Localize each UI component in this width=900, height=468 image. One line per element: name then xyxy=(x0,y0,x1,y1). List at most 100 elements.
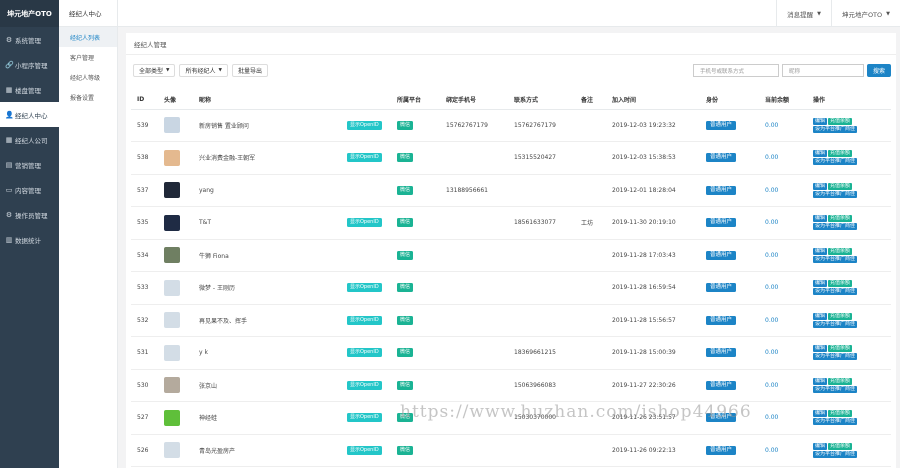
set-promoter-button[interactable]: 设为平台推广商佳 xyxy=(813,125,858,133)
set-promoter-button[interactable]: 设为平台推广商佳 xyxy=(813,385,858,393)
cell-avatar xyxy=(158,271,193,305)
sidebar-item-label: 操作员管理 xyxy=(15,211,48,220)
show-openid-button[interactable]: 显示OpenID xyxy=(347,120,382,130)
edit-button[interactable]: 编辑 xyxy=(813,377,828,385)
sidebar-item-label: 系统管理 xyxy=(15,36,41,45)
agent-filter-dropdown[interactable]: 所有经纪人 ▼ xyxy=(179,64,228,77)
subnav-item[interactable]: 经纪人列表 xyxy=(59,27,117,47)
avatar xyxy=(164,409,180,426)
recharge-button[interactable]: 充值余额 xyxy=(828,377,853,385)
subnav-item[interactable]: 经纪人等级 xyxy=(59,67,117,87)
edit-button[interactable]: 编辑 xyxy=(813,442,828,450)
recharge-button[interactable]: 充值余额 xyxy=(828,312,853,320)
set-promoter-button[interactable]: 设为平台推广商佳 xyxy=(813,450,858,458)
edit-button[interactable]: 编辑 xyxy=(813,117,828,125)
set-promoter-button[interactable]: 设为平台推广商佳 xyxy=(813,288,858,296)
recharge-button[interactable]: 充值余额 xyxy=(828,345,853,353)
cell-id: 534 xyxy=(131,239,158,272)
top-bar: 消息提醒 ▼ 坤元地产OTO ▼ xyxy=(118,0,900,27)
cell-balance: 0.00 xyxy=(759,304,807,337)
recharge-button[interactable]: 充值余额 xyxy=(828,247,853,255)
column-header: 头像 xyxy=(158,90,193,110)
sidebar-item-settings[interactable]: ⚙ 系统管理 xyxy=(0,27,59,52)
set-promoter-button[interactable]: 设为平台推广商佳 xyxy=(813,320,858,328)
set-promoter-button[interactable]: 设为平台推广商佳 xyxy=(813,353,858,361)
wechat-badge: 微信 xyxy=(397,348,414,358)
message-reminder-dropdown[interactable]: 消息提醒 ▼ xyxy=(776,0,831,27)
identity-badge: 普通用户 xyxy=(706,380,737,390)
recharge-button[interactable]: 充值余额 xyxy=(828,215,853,223)
recharge-button[interactable]: 充值余额 xyxy=(828,117,853,125)
sidebar-item-link[interactable]: 🔗 小程序管理 xyxy=(0,52,59,77)
user-menu-dropdown[interactable]: 坤元地产OTO ▼ xyxy=(830,0,900,27)
set-promoter-button[interactable]: 设为平台推广商佳 xyxy=(813,190,858,198)
show-openid-button[interactable]: 显示OpenID xyxy=(347,153,382,163)
edit-button[interactable]: 编辑 xyxy=(813,150,828,158)
cell-openid: 显示OpenID xyxy=(341,109,391,142)
cell-join-time: 2019-12-01 18:28:04 xyxy=(606,174,700,207)
show-openid-button[interactable]: 显示OpenID xyxy=(347,218,382,228)
column-header: 绑定手机号 xyxy=(440,90,508,110)
recharge-button[interactable]: 充值余额 xyxy=(828,410,853,418)
search-button[interactable]: 搜索 xyxy=(866,64,891,77)
subnav-item[interactable]: 报备设置 xyxy=(59,87,117,107)
phone-search-input[interactable]: 手机号或联系方式 xyxy=(692,64,779,77)
avatar xyxy=(164,279,180,296)
show-openid-button[interactable]: 显示OpenID xyxy=(347,315,382,325)
cell-platform: 微信 xyxy=(391,174,440,207)
sidebar-item-chart[interactable]: ▥ 数据统计 xyxy=(0,227,59,252)
edit-button[interactable]: 编辑 xyxy=(813,410,828,418)
cell-openid: 显示OpenID xyxy=(341,271,391,305)
marketing-icon: ▤ xyxy=(5,160,13,169)
sidebar-item-building[interactable]: ▦ 楼盘管理 xyxy=(0,77,59,102)
show-openid-button[interactable]: 显示OpenID xyxy=(347,413,382,423)
edit-button[interactable]: 编辑 xyxy=(813,182,828,190)
show-openid-button[interactable]: 显示OpenID xyxy=(347,445,382,455)
show-openid-button[interactable]: 显示OpenID xyxy=(347,283,382,293)
cell-avatar xyxy=(158,141,193,175)
set-promoter-button[interactable]: 设为平台推广商佳 xyxy=(813,418,858,426)
cell-balance: 0.00 xyxy=(759,174,807,207)
edit-button[interactable]: 编辑 xyxy=(813,247,828,255)
cell-identity: 普通用户 xyxy=(700,336,759,370)
batch-export-button[interactable]: 批量导出 xyxy=(231,64,268,77)
cell-bound-phone xyxy=(440,434,508,467)
sidebar-item-marketing[interactable]: ▤ 营销管理 xyxy=(0,152,59,177)
edit-button[interactable]: 编辑 xyxy=(813,345,828,353)
cell-balance: 0.00 xyxy=(759,336,807,370)
recharge-button[interactable]: 充值余额 xyxy=(828,182,853,190)
subnav-item[interactable]: 客户管理 xyxy=(59,47,117,67)
cell-bound-phone xyxy=(440,304,508,337)
cell-bound-phone xyxy=(440,401,508,435)
identity-badge: 普通用户 xyxy=(706,315,737,325)
type-filter-dropdown[interactable]: 全部类型 ▼ xyxy=(133,64,176,77)
show-openid-button[interactable]: 显示OpenID xyxy=(347,348,382,358)
set-promoter-button[interactable]: 设为平台推广商佳 xyxy=(813,223,858,231)
recharge-button[interactable]: 充值余额 xyxy=(828,442,853,450)
recharge-button[interactable]: 充值余额 xyxy=(828,150,853,158)
cell-platform: 微信 xyxy=(391,369,440,402)
brand-logo: 坤元地产OTO xyxy=(0,0,59,27)
table-row: 537 yang 微信 13188956661 2019-12-01 18:28:04 普… xyxy=(131,174,891,207)
cell-remark xyxy=(575,336,606,370)
chart-icon: ▥ xyxy=(5,235,13,244)
cell-actions: 编辑 充值余额 设为平台推广商佳 xyxy=(807,206,891,240)
cell-platform: 微信 xyxy=(391,304,440,337)
nickname-search-input[interactable]: 昵称 xyxy=(781,64,864,77)
sidebar-item-content[interactable]: ▭ 内容管理 xyxy=(0,177,59,202)
recharge-button[interactable]: 充值余额 xyxy=(828,280,853,288)
cell-identity: 普通用户 xyxy=(700,174,759,207)
set-promoter-button[interactable]: 设为平台推广商佳 xyxy=(813,158,858,166)
edit-button[interactable]: 编辑 xyxy=(813,215,828,223)
cell-remark xyxy=(575,434,606,467)
cell-contact xyxy=(508,434,575,467)
edit-button[interactable]: 编辑 xyxy=(813,280,828,288)
cell-actions: 编辑 充值余额 设为平台推广商佳 xyxy=(807,336,891,370)
sidebar-item-user[interactable]: 👤 经纪人中心 xyxy=(0,102,59,127)
show-openid-button[interactable]: 显示OpenID xyxy=(347,380,382,390)
sidebar-item-company[interactable]: ▦ 经纪人公司 xyxy=(0,127,59,152)
edit-button[interactable]: 编辑 xyxy=(813,312,828,320)
sidebar-item-gear[interactable]: ⚙ 操作员管理 xyxy=(0,202,59,227)
set-promoter-button[interactable]: 设为平台推广商佳 xyxy=(813,255,858,263)
cell-id: 539 xyxy=(131,109,158,142)
